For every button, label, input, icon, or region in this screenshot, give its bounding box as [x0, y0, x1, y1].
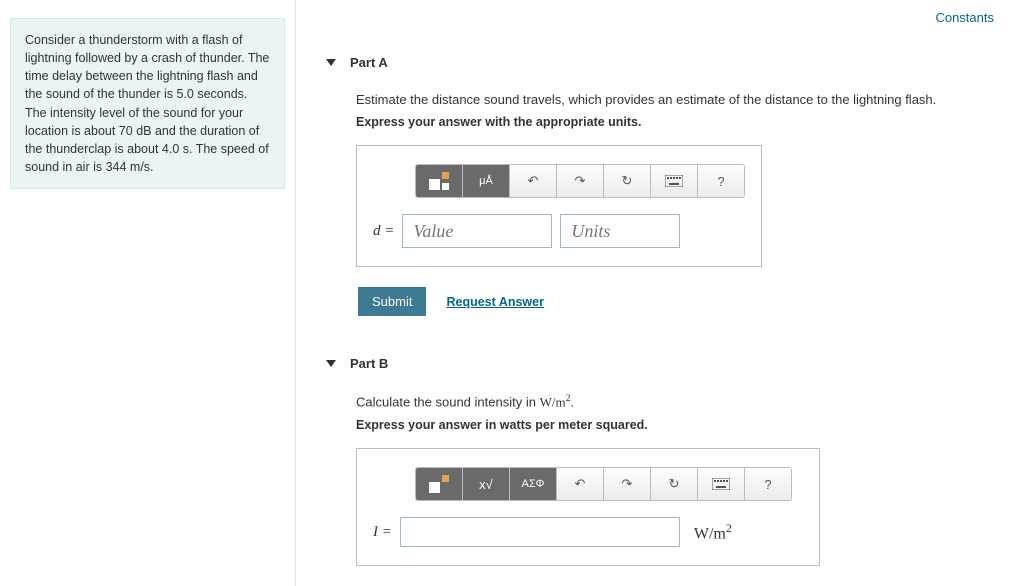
units-picker-button[interactable]: μÅ — [463, 165, 510, 197]
problem-statement: Consider a thunderstorm with a flash of … — [10, 18, 285, 189]
request-answer-link[interactable]: Request Answer — [446, 295, 543, 309]
redo-icon[interactable]: ↷ — [557, 165, 604, 197]
problem-text: Consider a thunderstorm with a flash of … — [25, 33, 269, 174]
part-a-title: Part A — [350, 55, 388, 70]
part-a-variable: d = — [373, 223, 394, 240]
constants-link[interactable]: Constants — [935, 10, 994, 25]
intensity-input[interactable] — [400, 517, 680, 547]
redo-icon[interactable]: ↷ — [604, 468, 651, 500]
keyboard-icon[interactable] — [651, 165, 698, 197]
keyboard-icon[interactable] — [698, 468, 745, 500]
part-a-instruction: Express your answer with the appropriate… — [356, 115, 1004, 129]
part-b-answer-block: x√​ ΑΣΦ ↶ ↷ ↻ ? I = W/m2 — [356, 448, 820, 566]
reset-icon[interactable]: ↻ — [651, 468, 698, 500]
part-b-instruction: Express your answer in watts per meter s… — [356, 418, 1004, 432]
value-input[interactable] — [402, 214, 552, 248]
undo-icon[interactable]: ↶ — [557, 468, 604, 500]
part-b: Part B Calculate the sound intensity in … — [316, 356, 1004, 566]
part-a-answer-block: μÅ ↶ ↷ ↻ ? d = — [356, 145, 762, 267]
part-b-prompt: Calculate the sound intensity in W/m2. — [356, 393, 1004, 410]
collapse-icon[interactable] — [326, 59, 336, 66]
template-icon[interactable] — [416, 468, 463, 500]
units-input[interactable] — [560, 214, 680, 248]
part-a-prompt: Estimate the distance sound travels, whi… — [356, 92, 1004, 107]
part-b-title: Part B — [350, 356, 388, 371]
part-b-toolbar: x√​ ΑΣΦ ↶ ↷ ↻ ? — [415, 467, 792, 501]
collapse-icon[interactable] — [326, 360, 336, 367]
part-a-toolbar: μÅ ↶ ↷ ↻ ? — [415, 164, 745, 198]
part-b-units: W/m2 — [694, 521, 732, 543]
greek-button[interactable]: ΑΣΦ — [510, 468, 557, 500]
part-a: Part A Estimate the distance sound trave… — [316, 55, 1004, 316]
radical-icon[interactable]: x√​ — [463, 468, 510, 500]
undo-icon[interactable]: ↶ — [510, 165, 557, 197]
submit-button[interactable]: Submit — [358, 287, 426, 316]
template-icon[interactable] — [416, 165, 463, 197]
part-b-variable: I = — [373, 524, 392, 541]
help-button[interactable]: ? — [745, 468, 791, 500]
reset-icon[interactable]: ↻ — [604, 165, 651, 197]
help-button[interactable]: ? — [698, 165, 744, 197]
